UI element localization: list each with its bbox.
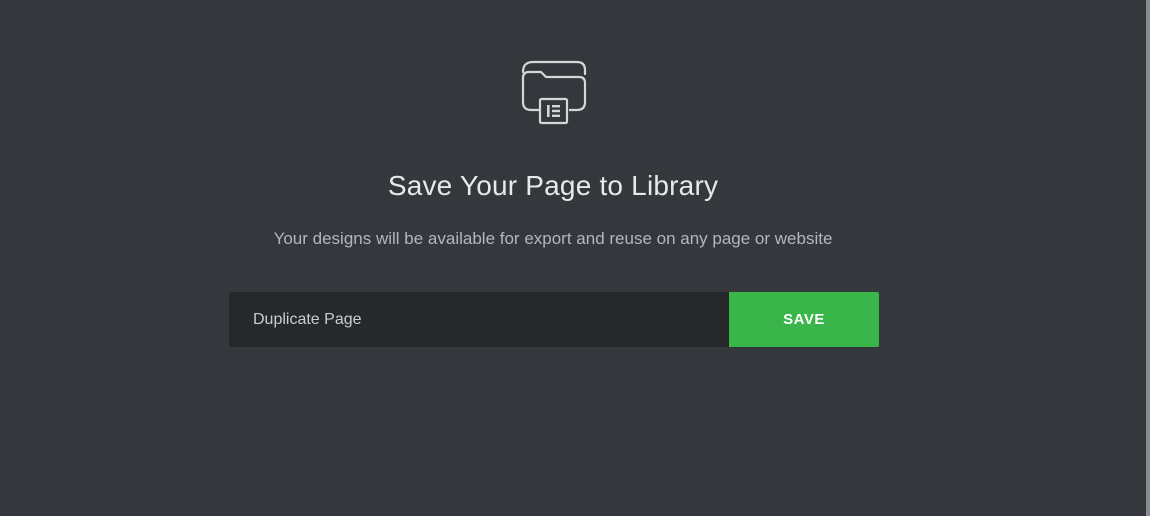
template-name-input[interactable]: [229, 292, 729, 347]
folder-library-icon: [519, 58, 589, 128]
save-button[interactable]: SAVE: [729, 292, 879, 347]
page-subtitle: Your designs will be available for expor…: [273, 229, 833, 248]
save-template-form: SAVE: [229, 292, 879, 347]
scrollbar[interactable]: [1146, 0, 1150, 516]
page-title: Save Your Page to Library: [387, 170, 719, 201]
save-to-library-panel: Save Your Page to Library Your designs w…: [0, 0, 1150, 516]
